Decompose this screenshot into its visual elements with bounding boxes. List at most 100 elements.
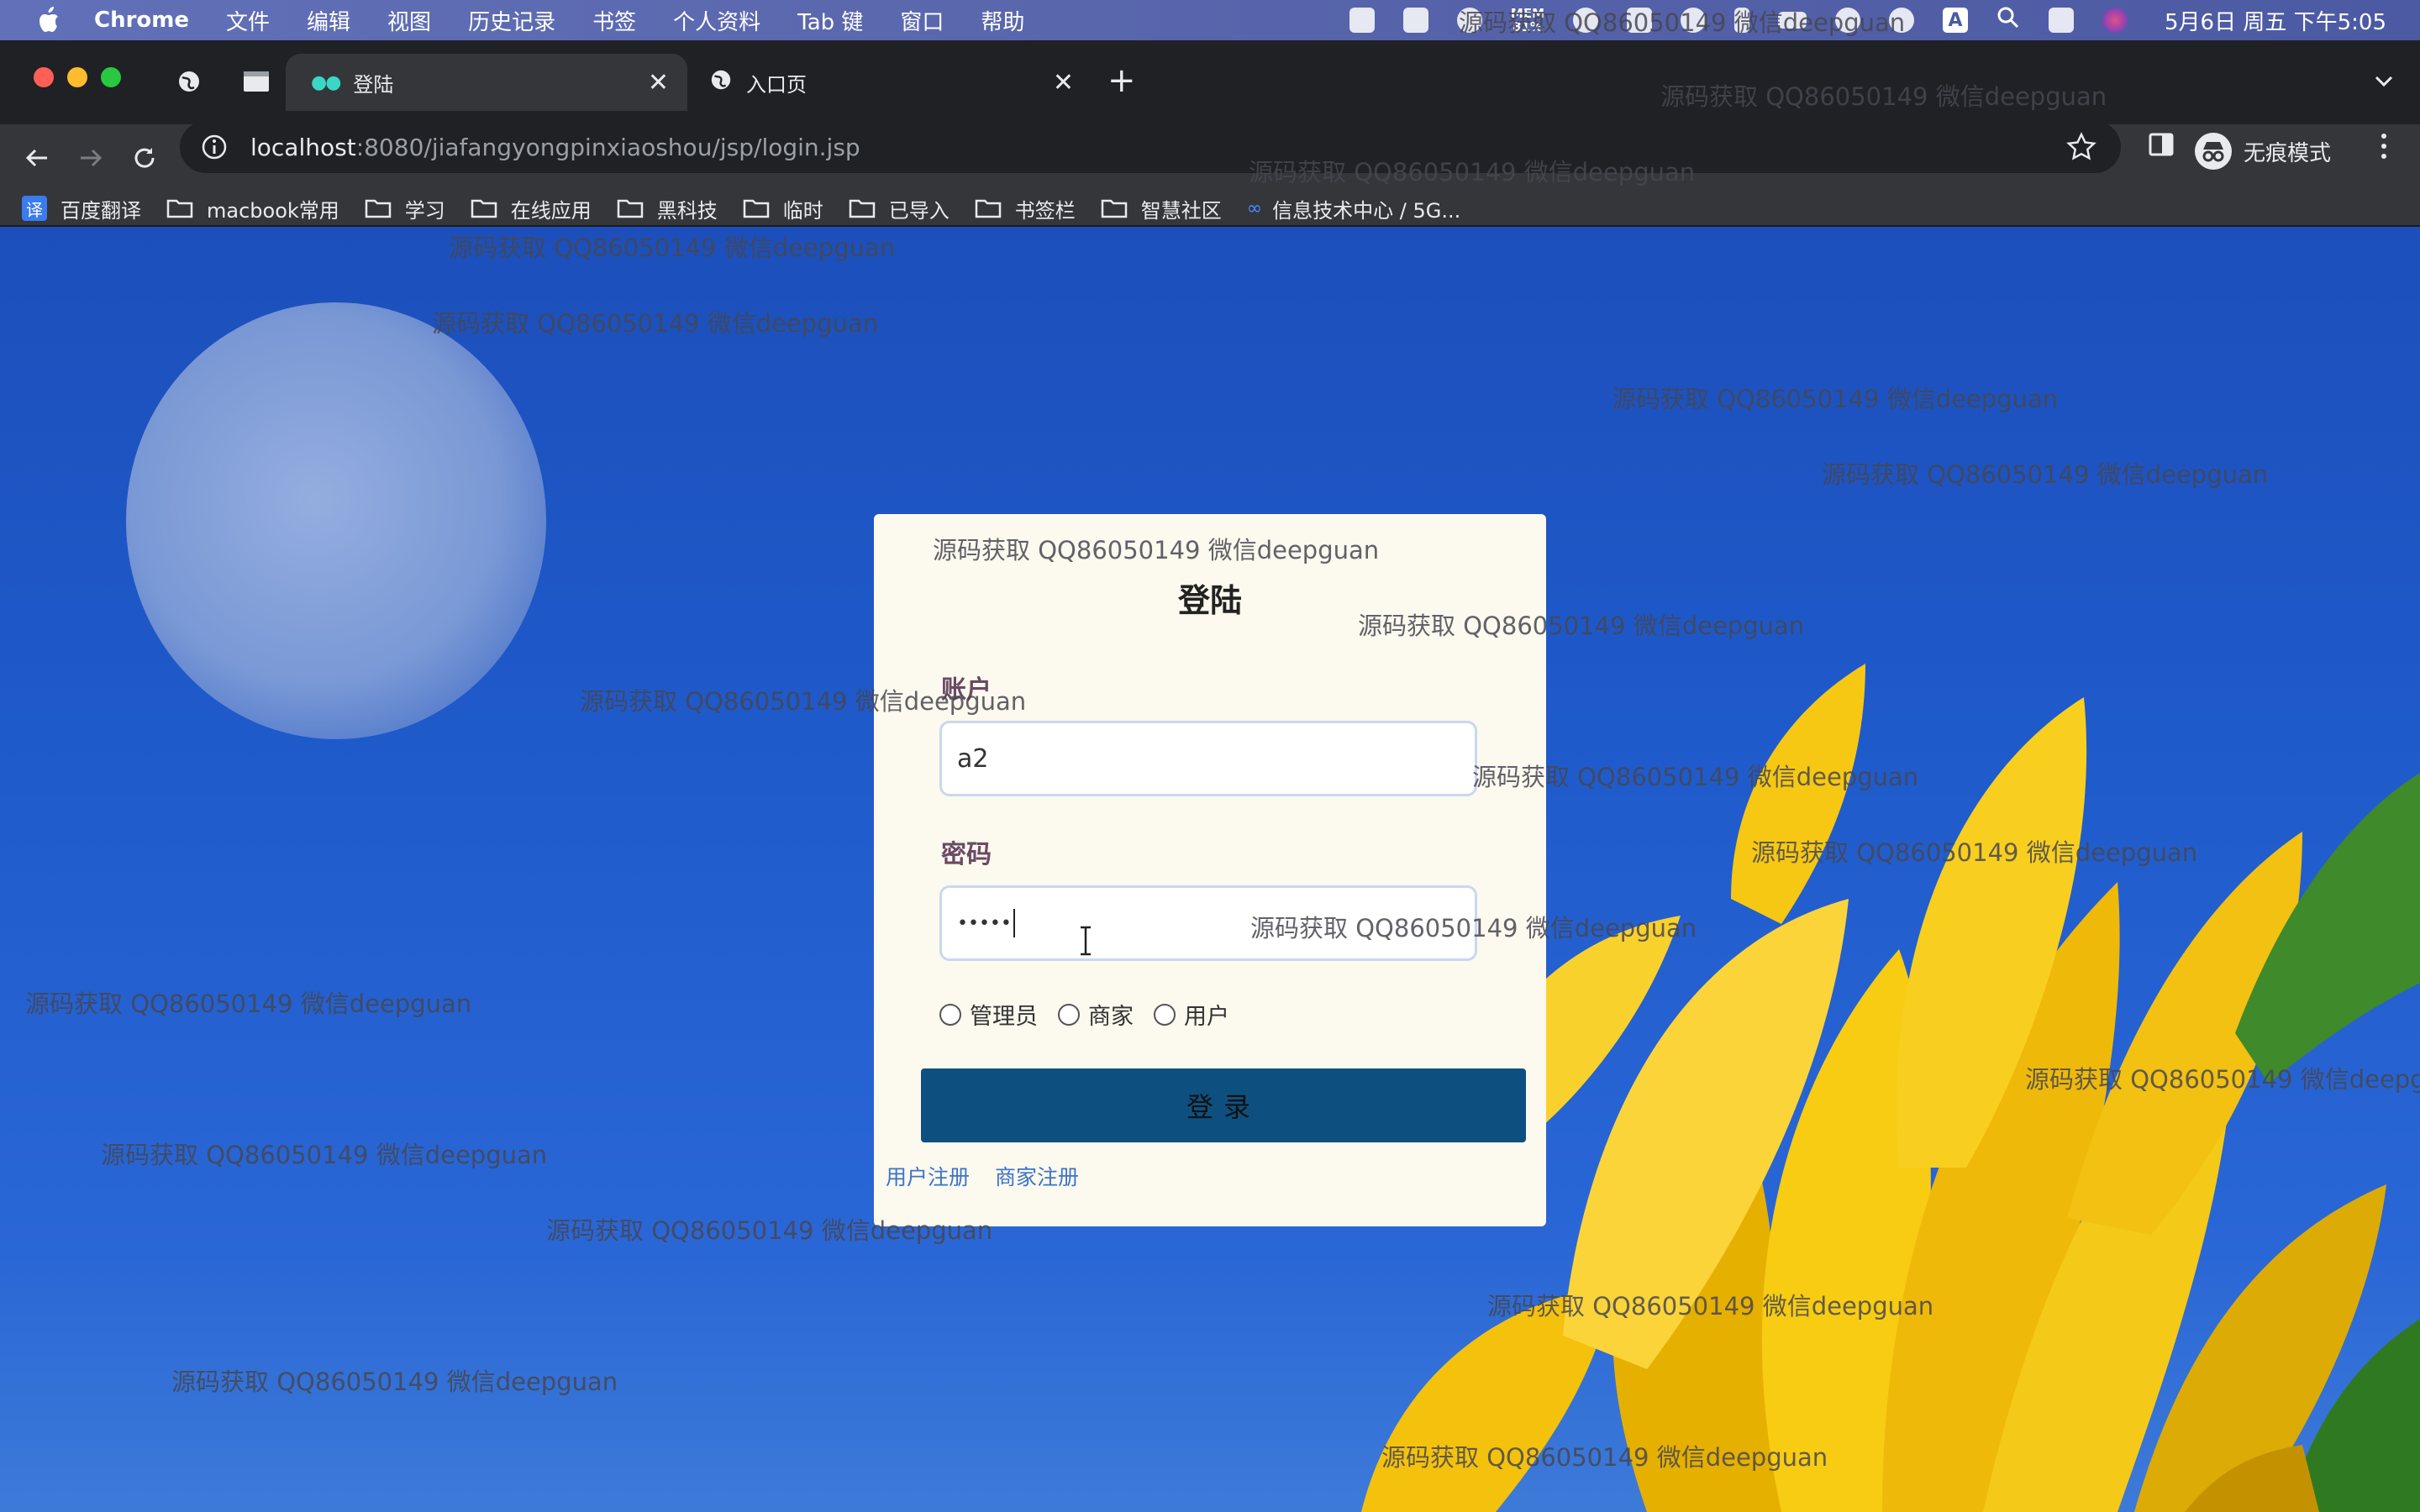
incognito-indicator[interactable]: 无痕模式	[2195, 126, 2331, 176]
bookmark-label: 信息技术中心 / 5G...	[1272, 198, 1461, 223]
bookmark-folder-bookmarks-bar[interactable]: 书签栏	[975, 194, 1076, 223]
page-viewport: 登陆 账户 a2 密码 ••••• 管理员 商家 用户 登录 用户注册 商家注册	[0, 227, 2420, 1512]
new-tab-plus-icon[interactable]: +	[1107, 64, 1136, 97]
login-button[interactable]: 登录	[921, 1068, 1526, 1142]
menu-tab[interactable]: Tab 键	[797, 5, 863, 36]
window-controls	[34, 67, 121, 87]
folder-icon	[365, 199, 392, 218]
menu-profile[interactable]: 个人资料	[673, 5, 760, 36]
radio-label: 管理员	[970, 1004, 1038, 1030]
password-input[interactable]: •••••	[939, 885, 1477, 961]
reload-icon[interactable]	[126, 139, 163, 176]
bookmark-label: 百度翻译	[60, 198, 141, 223]
folder-icon	[617, 199, 644, 218]
pinned-tab-globe-icon[interactable]	[171, 64, 207, 99]
menu-help[interactable]: 帮助	[981, 5, 1024, 36]
zoom-window-button[interactable]	[101, 67, 121, 87]
address-bar[interactable]: localhost:8080/jiafangyongpinxiaoshou/js…	[180, 121, 2121, 173]
folder-icon	[743, 199, 770, 218]
merchant-register-link[interactable]: 商家注册	[995, 1161, 1079, 1191]
tab-globe-icon	[709, 68, 733, 97]
side-panel-icon[interactable]	[2148, 131, 2175, 158]
folder-icon	[849, 199, 876, 218]
forward-arrow-icon[interactable]	[72, 139, 109, 176]
login-card: 登陆 账户 a2 密码 ••••• 管理员 商家 用户 登录 用户注册 商家注册	[874, 514, 1546, 1226]
bookmark-label: 智慧社区	[1140, 198, 1222, 223]
tab-title: 登陆	[353, 72, 394, 97]
tab-close-icon[interactable]: ✕	[1053, 68, 1074, 97]
incognito-label: 无痕模式	[2244, 140, 2332, 166]
control-center-icon[interactable]	[2049, 8, 2074, 33]
wps-icon[interactable]	[1402, 8, 1428, 33]
qq-icon[interactable]	[1456, 8, 1482, 33]
menubar-status-area: MEM 81% A 5月6日 周五 下午5:05	[1349, 0, 2386, 40]
radio-circle[interactable]	[1154, 1003, 1176, 1026]
role-radio-user[interactable]: 用户	[1154, 998, 1229, 1031]
disk-icon[interactable]	[1627, 8, 1652, 33]
bluetooth-icon[interactable]	[1734, 8, 1749, 33]
menu-view[interactable]: 视图	[387, 5, 431, 36]
siri-icon[interactable]	[2102, 8, 2128, 33]
menubar-clock[interactable]: 5月6日 周五 下午5:05	[2165, 5, 2386, 36]
account-value: a2	[957, 743, 989, 774]
battery-icon[interactable]	[1778, 12, 1807, 29]
browser-tabstrip: ●● 登陆 ✕ 入口页 ✕ +	[0, 40, 2420, 124]
stop-record-icon[interactable]	[1349, 8, 1375, 33]
menu-file[interactable]: 文件	[226, 5, 270, 36]
spotlight-search-icon[interactable]	[1996, 6, 2020, 35]
menu-bookmarks[interactable]: 书签	[592, 5, 636, 36]
tab-search-chevron-icon[interactable]	[2371, 69, 2396, 94]
folder-icon	[975, 199, 1002, 218]
radio-circle[interactable]	[1058, 1003, 1080, 1026]
radio-label: 商家	[1088, 1004, 1134, 1030]
text-caret	[1013, 909, 1015, 937]
folder-icon	[471, 199, 497, 218]
macos-menubar: Chrome 文件 编辑 视图 历史记录 书签 个人资料 Tab 键 窗口 帮助…	[0, 0, 2420, 40]
bookmark-folder-black-tech[interactable]: 黑科技	[617, 194, 718, 223]
menu-edit[interactable]: 编辑	[307, 5, 350, 36]
pinned-tab-window-icon[interactable]	[239, 64, 274, 99]
account-input[interactable]: a2	[939, 721, 1477, 796]
password-label: 密码	[941, 840, 992, 869]
url-text: localhost:8080/jiafangyongpinxiaoshou/js…	[250, 134, 860, 161]
bookmark-star-icon[interactable]	[2065, 131, 2097, 163]
incognito-icon	[2195, 133, 2232, 170]
more-menu-icon[interactable]	[2378, 131, 2390, 161]
apple-logo-icon[interactable]	[34, 4, 66, 36]
bookmarks-bar: 译 百度翻译 macbook常用 学习 在线应用 黑科技 临时 已导入 书签栏 …	[0, 192, 2420, 227]
radio-circle[interactable]	[939, 1003, 961, 1026]
cpu-icon[interactable]	[1573, 8, 1598, 33]
tab-entry-page[interactable]: 入口页 ✕	[697, 54, 1092, 111]
bookmark-folder-online-apps[interactable]: 在线应用	[471, 194, 592, 223]
moon-background-image	[126, 302, 546, 739]
bookmark-info-tech-center[interactable]: ∞ 信息技术中心 / 5G...	[1247, 194, 1460, 223]
infinity-icon: ∞	[1246, 197, 1263, 219]
password-value: •••••	[957, 912, 1012, 934]
menu-app-name[interactable]: Chrome	[94, 8, 189, 33]
bookmark-baidu-fanyi[interactable]: 译 百度翻译	[22, 194, 141, 223]
site-info-icon[interactable]	[200, 133, 229, 161]
user-register-link[interactable]: 用户注册	[886, 1161, 970, 1191]
menu-window[interactable]: 窗口	[900, 5, 944, 36]
tab-close-icon[interactable]: ✕	[648, 68, 669, 97]
menu-history[interactable]: 历史记录	[468, 5, 555, 36]
memory-value: 81%	[1512, 19, 1543, 34]
wifi-icon[interactable]	[1835, 8, 1860, 33]
bookmark-folder-study[interactable]: 学习	[365, 194, 445, 223]
bookmark-folder-imported[interactable]: 已导入	[849, 194, 950, 223]
bookmark-folder-macbook[interactable]: macbook常用	[166, 194, 339, 223]
folder-icon	[166, 199, 193, 218]
tab-login[interactable]: ●● 登陆 ✕	[286, 54, 687, 111]
role-radio-merchant[interactable]: 商家	[1058, 998, 1134, 1031]
minimize-window-button[interactable]	[67, 67, 87, 87]
memory-indicator[interactable]: MEM 81%	[1511, 7, 1544, 34]
bookmark-folder-smart-community[interactable]: 智慧社区	[1101, 194, 1222, 223]
bookmark-folder-temp[interactable]: 临时	[743, 194, 823, 223]
fan-icon[interactable]	[1681, 8, 1706, 33]
role-radio-admin[interactable]: 管理员	[939, 998, 1038, 1031]
bookmark-label: 临时	[782, 198, 823, 223]
user-switch-icon[interactable]	[1889, 8, 1914, 33]
back-arrow-icon[interactable]	[18, 139, 55, 176]
close-window-button[interactable]	[34, 67, 54, 87]
input-method-icon[interactable]: A	[1943, 8, 1968, 33]
